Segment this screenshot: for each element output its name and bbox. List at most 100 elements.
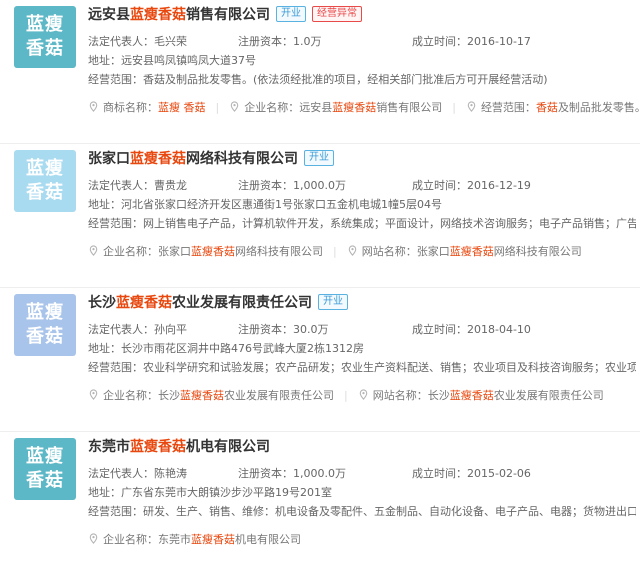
logo-text: 香菇 (26, 38, 64, 59)
match-text: 张家口 (416, 245, 450, 258)
capital-label: 注册资本： (238, 323, 293, 336)
legal-rep-value[interactable]: 陈艳涛 (154, 467, 187, 480)
matched-keyword: 蓝瘦香菇 (191, 533, 235, 546)
company-name-suffix: 农业发展有限责任公司 (172, 295, 312, 311)
match-source-label: 企业名称： (103, 533, 158, 546)
matched-keyword: 蓝瘦香菇 (180, 389, 224, 402)
legal-rep-label: 法定代表人： (88, 467, 154, 480)
registered-capital: 注册资本：1,000.0万 (238, 176, 346, 196)
founded-label: 成立时间： (412, 323, 467, 336)
legal-rep-value[interactable]: 孙向平 (154, 323, 187, 336)
scope-value: 农业科学研究和试验发展；农产品研发；农业生产资料配送、销售；农业项目及科技咨询服… (143, 361, 636, 374)
logo-text: 蓝瘦 (26, 158, 64, 179)
address-label: 地址： (88, 198, 121, 211)
divider: | (215, 101, 220, 114)
company-address: 地址：河北省张家口经济开发区惠通街1号张家口五金机电城1幢5层04号 (88, 195, 636, 215)
company-name-keyword: 蓝瘦香菇 (130, 439, 186, 455)
capital-value: 30.0万 (293, 323, 329, 336)
match-source-item[interactable]: 经营范围：香菇及制品批发零售。(依法须... (466, 98, 640, 118)
match-source-item[interactable]: 网站名称：张家口蓝瘦香菇网络科技有限公司 (347, 242, 582, 262)
company-title-row: 张家口蓝瘦香菇网络科技有限公司 开业 (88, 147, 334, 169)
business-scope: 经营范围：网上销售电子产品，计算机软件开发，系统集成；平面设计，网络技术咨询服务… (88, 214, 636, 234)
capital-value: 1,000.0万 (293, 467, 346, 480)
logo-text: 香菇 (26, 182, 64, 203)
match-sources: 商标名称：蓝瘦 香菇 | 企业名称：远安县蓝瘦香菇销售有限公司 | 经营范围：香菇及制品… (88, 98, 640, 118)
legal-rep-value[interactable]: 毛兴荣 (154, 35, 187, 48)
open-status-badge: 开业 (276, 6, 306, 22)
company-name-prefix: 张家口 (88, 151, 130, 167)
company-address: 地址：广东省东莞市大朗镇沙步沙平路19号201室 (88, 483, 636, 503)
founded-value: 2018-04-10 (467, 323, 531, 336)
logo-text: 香菇 (26, 470, 64, 491)
legal-rep-label: 法定代表人： (88, 179, 154, 192)
capital-label: 注册资本： (238, 35, 293, 48)
match-source-label: 网站名称： (372, 389, 428, 402)
company-logo[interactable]: 蓝瘦 香菇 (14, 294, 76, 356)
founded-date: 成立时间：2018-04-10 (412, 320, 531, 340)
location-pin-icon (358, 387, 369, 400)
scope-label: 经营范围： (88, 361, 143, 374)
match-text: 张家口 (158, 245, 191, 258)
scope-label: 经营范围： (88, 505, 143, 518)
registered-capital: 注册资本：30.0万 (238, 320, 329, 340)
match-text: 长沙 (427, 389, 450, 402)
founded-label: 成立时间： (412, 179, 467, 192)
location-pin-icon (229, 99, 240, 112)
match-source-label: 企业名称： (244, 101, 300, 114)
founded-value: 2016-12-19 (467, 179, 531, 192)
founded-date: 成立时间：2016-12-19 (412, 176, 531, 196)
divider: | (452, 101, 456, 114)
company-basic-info: 法定代表人：毛兴荣 注册资本：1.0万 成立时间：2016-10-17 (88, 32, 636, 52)
company-logo[interactable]: 蓝瘦 香菇 (14, 438, 76, 500)
matched-keyword: 蓝瘦 香菇 (158, 101, 206, 114)
match-source-item[interactable]: 企业名称：长沙蓝瘦香菇农业发展有限责任公司 (88, 386, 334, 406)
match-text: 及制品批发零售。(依法须... (557, 101, 640, 114)
legal-rep: 法定代表人：陈艳涛 (88, 464, 187, 484)
company-basic-info: 法定代表人：孙向平 注册资本：30.0万 成立时间：2018-04-10 (88, 320, 636, 340)
match-sources: 企业名称：东莞市蓝瘦香菇机电有限公司 (88, 530, 640, 550)
address-value: 河北省张家口经济开发区惠通街1号张家口五金机电城1幢5层04号 (121, 198, 442, 211)
matched-keyword: 蓝瘦香菇 (332, 101, 377, 114)
legal-rep-label: 法定代表人： (88, 323, 154, 336)
match-source-item[interactable]: 企业名称：张家口蓝瘦香菇网络科技有限公司 (88, 242, 323, 262)
location-pin-icon (88, 387, 99, 400)
company-name-suffix: 机电有限公司 (186, 439, 270, 455)
divider: | (333, 245, 337, 258)
address-value: 广东省东莞市大朗镇沙步沙平路19号201室 (121, 486, 332, 499)
match-text: 农业发展有限责任公司 (493, 389, 604, 402)
company-name-link[interactable]: 远安县蓝瘦香菇销售有限公司 (88, 4, 270, 24)
logo-text: 蓝瘦 (26, 302, 64, 323)
company-name-link[interactable]: 东莞市蓝瘦香菇机电有限公司 (88, 436, 270, 456)
company-card: 蓝瘦 香菇 张家口蓝瘦香菇网络科技有限公司 开业 法定代表人：曹贵龙 注册资本：1,000… (0, 143, 640, 287)
scope-label: 经营范围： (88, 217, 143, 230)
capital-label: 注册资本： (238, 467, 293, 480)
address-label: 地址： (88, 342, 121, 355)
founded-label: 成立时间： (412, 35, 467, 48)
matched-keyword: 蓝瘦香菇 (191, 245, 235, 258)
company-name-suffix: 销售有限公司 (186, 7, 270, 23)
match-source-item[interactable]: 企业名称：远安县蓝瘦香菇销售有限公司 (229, 98, 442, 118)
legal-rep-value[interactable]: 曹贵龙 (154, 179, 187, 192)
company-name-link[interactable]: 长沙蓝瘦香菇农业发展有限责任公司 (88, 292, 312, 312)
match-source-item[interactable]: 网站名称：长沙蓝瘦香菇农业发展有限责任公司 (358, 386, 604, 406)
capital-value: 1.0万 (293, 35, 322, 48)
match-source-item[interactable]: 企业名称：东莞市蓝瘦香菇机电有限公司 (88, 530, 301, 550)
open-status-badge: 开业 (304, 150, 334, 166)
company-logo[interactable]: 蓝瘦 香菇 (14, 6, 76, 68)
company-logo[interactable]: 蓝瘦 香菇 (14, 150, 76, 212)
match-source-label: 商标名称： (103, 101, 158, 114)
scope-value: 香菇及制品批发零售。(依法须经批准的项目，经相关部门批准后方可开展经营活动) (143, 73, 548, 86)
match-source-item[interactable]: 商标名称：蓝瘦 香菇 (88, 98, 206, 118)
location-pin-icon (88, 99, 99, 112)
company-name-keyword: 蓝瘦香菇 (130, 151, 186, 167)
company-name-prefix: 远安县 (88, 7, 130, 23)
company-name-keyword: 蓝瘦香菇 (130, 7, 186, 23)
logo-text: 香菇 (26, 326, 64, 347)
company-name-link[interactable]: 张家口蓝瘦香菇网络科技有限公司 (88, 148, 298, 168)
business-scope: 经营范围：香菇及制品批发零售。(依法须经批准的项目，经相关部门批准后方可开展经营… (88, 70, 636, 90)
match-text: 网络科技有限公司 (235, 245, 323, 258)
company-name-keyword: 蓝瘦香菇 (116, 295, 172, 311)
founded-date: 成立时间：2015-02-06 (412, 464, 531, 484)
registered-capital: 注册资本：1.0万 (238, 32, 322, 52)
matched-keyword: 香菇 (535, 101, 558, 114)
